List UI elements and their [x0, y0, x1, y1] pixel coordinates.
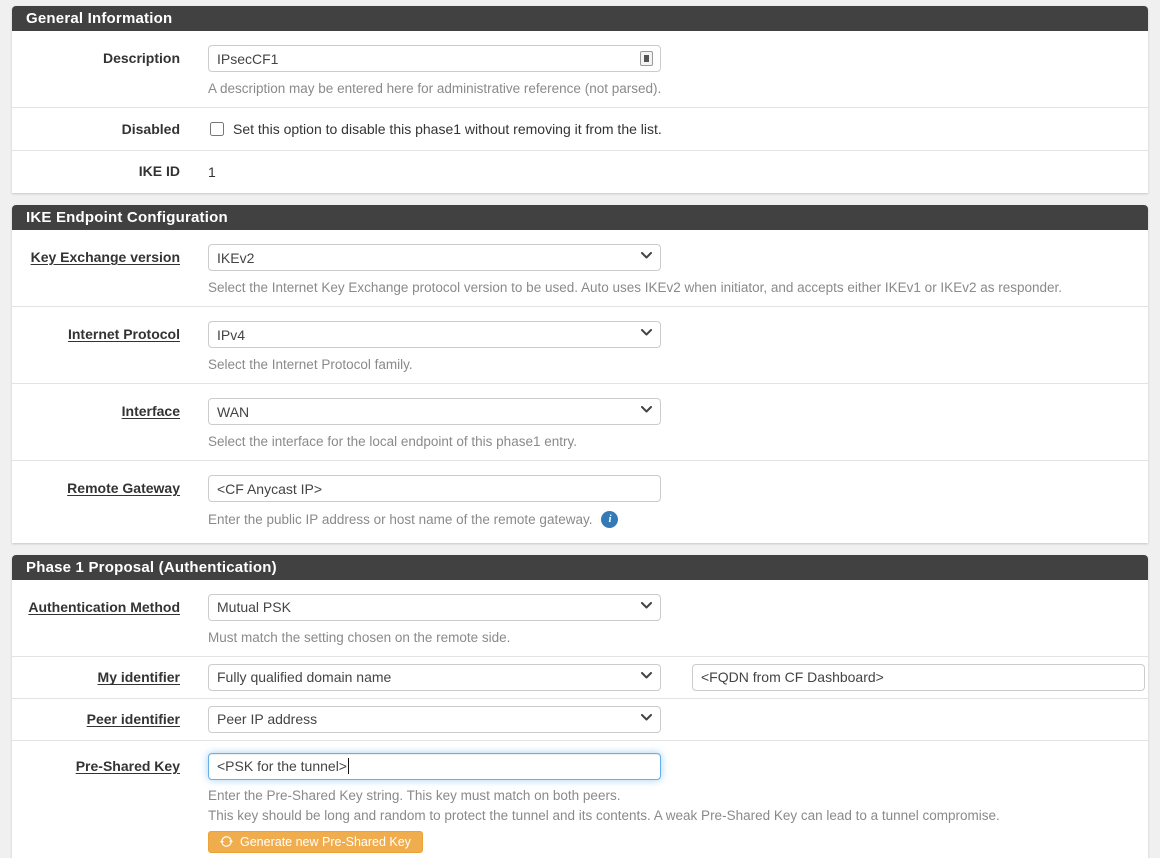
pre-shared-key-label: Pre-Shared Key: [76, 758, 180, 774]
remote-gateway-label: Remote Gateway: [67, 480, 180, 496]
authentication-method-label: Authentication Method: [28, 599, 180, 615]
generate-psk-button[interactable]: Generate new Pre-Shared Key: [208, 831, 423, 853]
section-title-general-information: General Information: [12, 6, 1148, 31]
ike-endpoint-configuration-panel: IKE Endpoint Configuration Key Exchange …: [12, 205, 1148, 543]
ipsec-phase1-form: General Information Description A descri…: [0, 0, 1160, 858]
info-icon[interactable]: i: [601, 511, 618, 528]
interface-label: Interface: [122, 403, 180, 419]
internet-protocol-help-text: Select the Internet Protocol family.: [208, 355, 1132, 374]
phase1-proposal-authentication-panel: Phase 1 Proposal (Authentication) Authen…: [12, 555, 1148, 858]
key-exchange-version-select[interactable]: IKEv2: [208, 244, 661, 271]
pre-shared-key-help-text-1: Enter the Pre-Shared Key string. This ke…: [208, 786, 1132, 806]
key-exchange-version-label: Key Exchange version: [31, 249, 180, 265]
description-label: Description: [103, 50, 180, 66]
disabled-checkbox[interactable]: [210, 122, 224, 136]
authentication-method-select[interactable]: Mutual PSK: [208, 594, 661, 621]
internet-protocol-label: Internet Protocol: [68, 326, 180, 342]
remote-gateway-help-text: Enter the public IP address or host name…: [208, 512, 592, 527]
refresh-icon: [220, 835, 233, 848]
generate-psk-button-label: Generate new Pre-Shared Key: [240, 835, 411, 849]
pre-shared-key-help-text-2: This key should be long and random to pr…: [208, 806, 1132, 826]
general-information-panel: General Information Description A descri…: [12, 6, 1148, 193]
my-identifier-label: My identifier: [98, 669, 180, 685]
disabled-checkbox-label[interactable]: Set this option to disable this phase1 w…: [233, 121, 662, 137]
ike-id-label: IKE ID: [139, 163, 180, 179]
description-help-text: A description may be entered here for ad…: [208, 79, 1132, 98]
text-caret: [348, 758, 349, 774]
interface-help-text: Select the interface for the local endpo…: [208, 432, 1132, 451]
internet-protocol-select[interactable]: IPv4: [208, 321, 661, 348]
ike-id-value: 1: [208, 163, 1132, 180]
section-title-ike-endpoint-configuration: IKE Endpoint Configuration: [12, 205, 1148, 230]
section-title-phase1-proposal: Phase 1 Proposal (Authentication): [12, 555, 1148, 580]
disabled-label: Disabled: [122, 121, 180, 137]
my-identifier-select[interactable]: Fully qualified domain name: [208, 664, 661, 691]
pre-shared-key-input[interactable]: <PSK for the tunnel>: [208, 753, 661, 780]
key-exchange-version-help-text: Select the Internet Key Exchange protoco…: [208, 278, 1132, 297]
authentication-method-help-text: Must match the setting chosen on the rem…: [208, 628, 1132, 647]
interface-select[interactable]: WAN: [208, 398, 661, 425]
autofill-icon: [640, 51, 653, 66]
peer-identifier-select[interactable]: Peer IP address: [208, 706, 661, 733]
description-input[interactable]: [208, 45, 661, 72]
peer-identifier-label: Peer identifier: [87, 711, 180, 727]
my-identifier-data-input[interactable]: [692, 664, 1145, 691]
remote-gateway-input[interactable]: [208, 475, 661, 502]
